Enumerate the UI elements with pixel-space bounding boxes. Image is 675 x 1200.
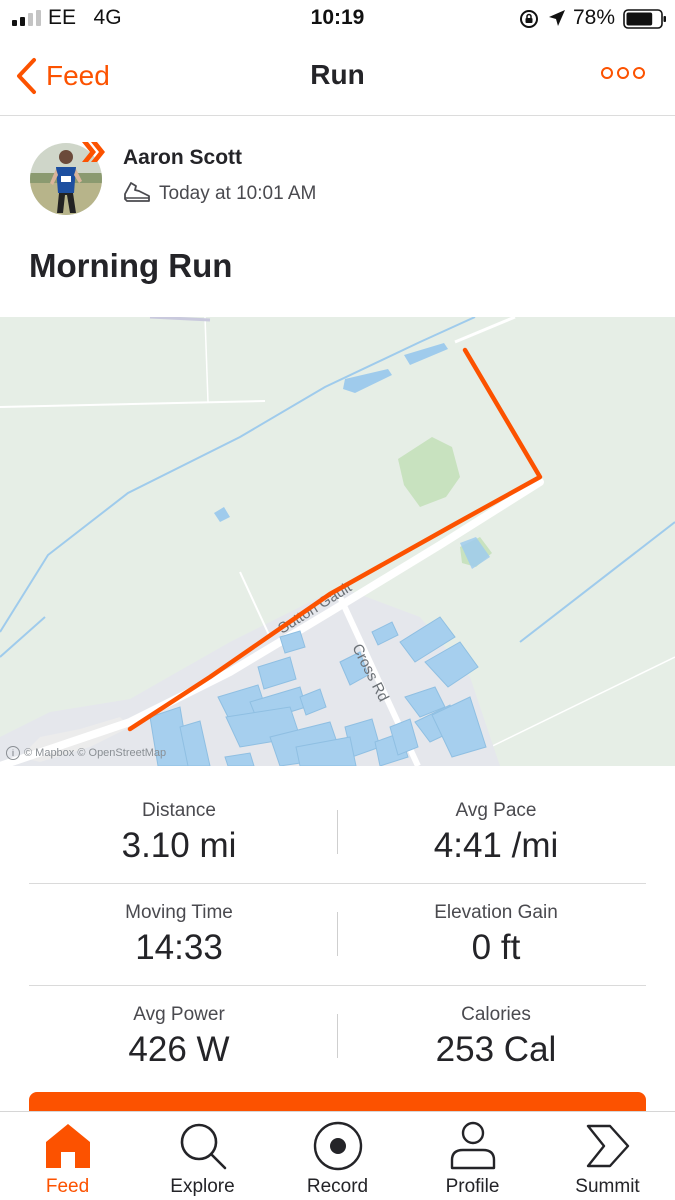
stat-label: Avg Power	[133, 1004, 225, 1025]
stat-divider	[337, 1014, 338, 1058]
stat-value: 14:33	[135, 928, 223, 967]
tab-label: Record	[306, 1176, 369, 1197]
map-canvas: Sutton Gault Cross Rd	[0, 317, 675, 766]
stat-moving-time: Moving Time 14:33	[29, 884, 329, 968]
tab-summit[interactable]: Summit	[540, 1112, 675, 1200]
stat-elevation-gain: Elevation Gain 0 ft	[346, 884, 646, 968]
rotation-lock-icon	[520, 10, 538, 28]
stat-distance: Distance 3.10 mi	[29, 782, 329, 866]
status-bar: EE 4G 10:19 78%	[0, 0, 675, 38]
stat-avg-power: Avg Power 426 W	[29, 986, 329, 1070]
tab-label: Profile	[445, 1176, 500, 1197]
stat-label: Avg Pace	[455, 800, 537, 821]
athlete-name[interactable]: Aaron Scott	[123, 146, 242, 170]
more-icon[interactable]	[600, 66, 646, 80]
map-info-icon[interactable]: i	[6, 746, 20, 760]
location-arrow-icon	[549, 10, 565, 26]
navigation-bar: Feed Run	[0, 44, 675, 116]
stat-value: 0 ft	[471, 928, 521, 967]
map-attribution[interactable]: i © Mapbox © OpenStreetMap	[6, 746, 166, 760]
tab-label: Feed	[45, 1176, 90, 1197]
activity-timestamp: Today at 10:01 AM	[159, 183, 317, 204]
summit-icon	[586, 1124, 630, 1168]
stat-value: 3.10 mi	[121, 826, 237, 865]
tab-label: Summit	[575, 1176, 640, 1197]
search-icon	[180, 1123, 227, 1170]
battery-icon	[623, 9, 666, 29]
stat-label: Calories	[461, 1004, 531, 1025]
home-icon	[46, 1124, 90, 1168]
stat-calories: Calories 253 Cal	[346, 986, 646, 1070]
shoe-icon	[124, 182, 150, 202]
subscriber-badge-icon	[82, 142, 105, 162]
record-icon	[313, 1121, 363, 1171]
stat-value: 4:41 /mi	[433, 826, 559, 865]
stats-row: Moving Time 14:33 Elevation Gain 0 ft	[29, 884, 646, 986]
tab-record[interactable]: Record	[270, 1112, 405, 1200]
tab-bar: Feed Explore Record Profile Summit	[0, 1111, 675, 1200]
stats-row: Distance 3.10 mi Avg Pace 4:41 /mi	[29, 782, 646, 884]
stat-value: 253 Cal	[435, 1030, 557, 1069]
stat-label: Distance	[142, 800, 216, 821]
activity-stats: Distance 3.10 mi Avg Pace 4:41 /mi Movin…	[29, 782, 646, 1088]
stat-avg-pace: Avg Pace 4:41 /mi	[346, 782, 646, 866]
page-title: Run	[310, 59, 365, 90]
route-map[interactable]: Sutton Gault Cross Rd i © Mapbox © OpenS…	[0, 317, 675, 766]
tab-label: Explore	[170, 1176, 235, 1197]
activity-title: Morning Run	[29, 247, 233, 284]
tab-explore[interactable]: Explore	[135, 1112, 270, 1200]
tab-feed[interactable]: Feed	[0, 1112, 135, 1200]
stat-label: Elevation Gain	[434, 902, 558, 923]
stat-label: Moving Time	[125, 902, 233, 923]
stat-value: 426 W	[128, 1030, 230, 1069]
stat-divider	[337, 810, 338, 854]
battery-percent: 78%	[573, 6, 616, 29]
profile-icon	[450, 1121, 496, 1170]
map-attribution-text: © Mapbox © OpenStreetMap	[24, 747, 167, 759]
tab-profile[interactable]: Profile	[405, 1112, 540, 1200]
stat-divider	[337, 912, 338, 956]
stats-row: Avg Power 426 W Calories 253 Cal	[29, 986, 646, 1088]
